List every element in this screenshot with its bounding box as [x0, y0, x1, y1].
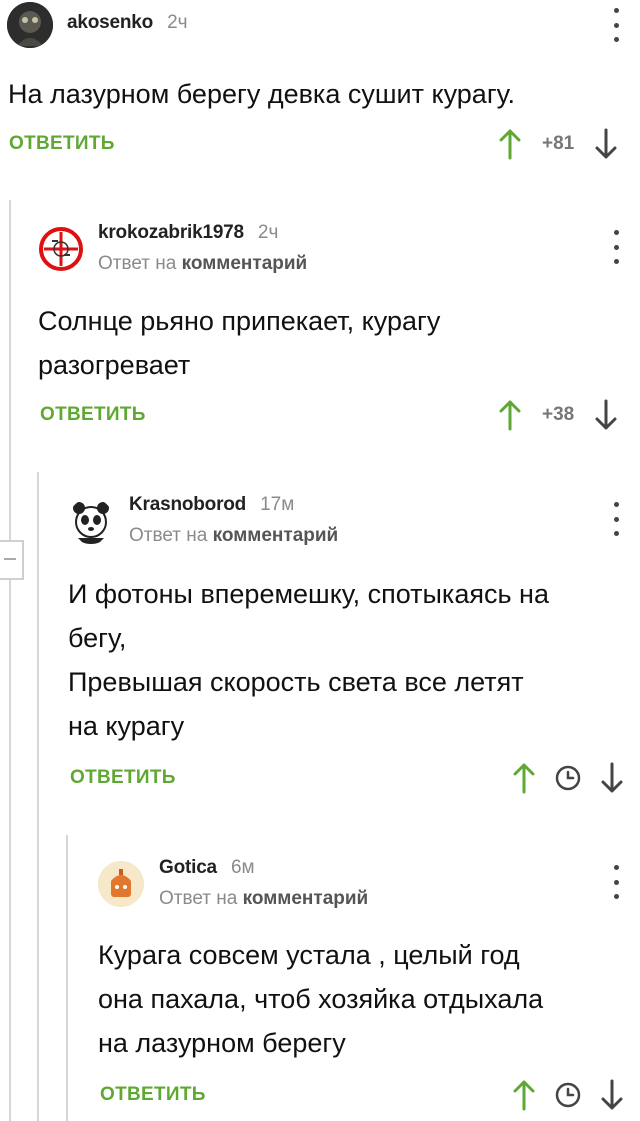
- downvote-arrow-icon[interactable]: [600, 762, 624, 794]
- reply-to: Ответ на комментарий: [159, 888, 368, 910]
- avatar[interactable]: [38, 226, 84, 272]
- comment-menu-button[interactable]: [606, 865, 626, 899]
- reply-to: Ответ на комментарий: [129, 525, 338, 547]
- reply-to-prefix: Ответ на: [129, 525, 208, 546]
- reply-to-link[interactable]: комментарий: [213, 525, 339, 546]
- comment-menu-button[interactable]: [606, 230, 626, 264]
- comment-time: 17м: [260, 494, 295, 515]
- comment-author[interactable]: akosenko: [67, 12, 153, 34]
- comment-menu-button[interactable]: [606, 502, 626, 536]
- collapse-thread-button[interactable]: [0, 540, 24, 580]
- reply-button[interactable]: ОТВЕТИТЬ: [40, 404, 146, 426]
- comment-time: 2ч: [167, 12, 188, 33]
- upvote-arrow-icon[interactable]: [498, 128, 522, 160]
- comment-time: 6м: [230, 857, 255, 878]
- upvote-arrow-icon[interactable]: [498, 399, 522, 431]
- comment-score: +81: [542, 133, 575, 154]
- comment-author[interactable]: Krasnoborod: [129, 494, 246, 516]
- vote-controls: [512, 762, 624, 794]
- upvote-arrow-icon[interactable]: [512, 762, 536, 794]
- reply-button[interactable]: ОТВЕТИТЬ: [70, 767, 176, 789]
- clock-icon[interactable]: [554, 1081, 582, 1109]
- comment-author[interactable]: Gotica: [159, 857, 217, 879]
- comment-author[interactable]: krokozabrik1978: [98, 222, 244, 244]
- downvote-arrow-icon[interactable]: [594, 399, 618, 431]
- avatar[interactable]: [98, 861, 144, 907]
- comment-menu-button[interactable]: [606, 8, 626, 42]
- comment-score: +38: [542, 404, 575, 425]
- reply-to-link[interactable]: комментарий: [243, 888, 369, 909]
- downvote-arrow-icon[interactable]: [600, 1079, 624, 1111]
- comment-text: На лазурном берегу девка сушит курагу.: [8, 79, 515, 109]
- avatar[interactable]: [68, 498, 114, 544]
- comment-time: 2ч: [257, 222, 279, 243]
- thread-line-level-2: [37, 472, 39, 1121]
- reply-to: Ответ на комментарий: [98, 253, 307, 275]
- thread-line-level-3: [66, 835, 68, 1121]
- downvote-arrow-icon[interactable]: [594, 128, 618, 160]
- reply-button[interactable]: ОТВЕТИТЬ: [100, 1084, 206, 1106]
- vote-controls: +38: [498, 399, 618, 431]
- clock-icon[interactable]: [554, 764, 582, 792]
- upvote-arrow-icon[interactable]: [512, 1079, 536, 1111]
- comment-text: Солнце рьяно припекает, курагу разогрева…: [38, 306, 441, 380]
- reply-to-prefix: Ответ на: [98, 253, 177, 274]
- vote-controls: +81: [498, 128, 618, 160]
- comment-text: Курага совсем устала , целый год она пах…: [98, 940, 544, 1058]
- thread-line-level-1: [9, 200, 11, 1121]
- vote-controls: [512, 1079, 624, 1111]
- comment-text: И фотоны вперемешку, спотыкаясь на бегу,…: [68, 579, 549, 741]
- reply-to-prefix: Ответ на: [159, 888, 238, 909]
- reply-button[interactable]: ОТВЕТИТЬ: [9, 133, 115, 155]
- reply-to-link[interactable]: комментарий: [182, 253, 308, 274]
- avatar[interactable]: [7, 2, 53, 48]
